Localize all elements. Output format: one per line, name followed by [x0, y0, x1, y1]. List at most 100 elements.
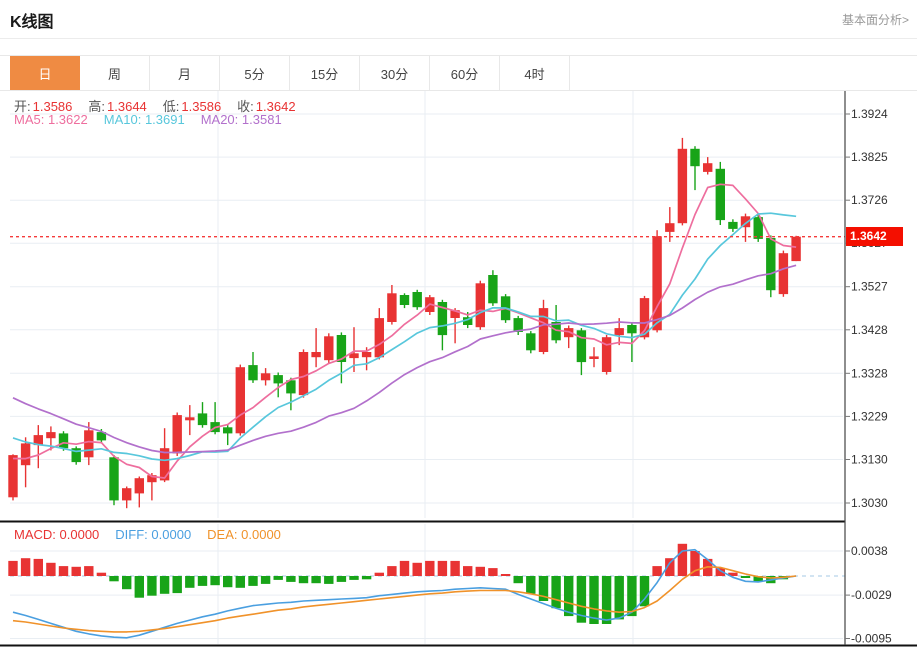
- candle-body: [84, 430, 93, 457]
- macd-bar: [678, 544, 687, 576]
- macd-bar: [526, 576, 535, 594]
- y-axis-label: 1.3825: [851, 150, 888, 164]
- candle-body: [615, 328, 624, 335]
- y-axis-label: 1.3229: [851, 409, 888, 423]
- ma-legend: MA5: 1.3622 MA10: 1.3691 MA20: 1.3581: [14, 112, 298, 127]
- macd-bar: [34, 559, 43, 576]
- candle-body: [766, 238, 775, 290]
- candle-body: [526, 333, 535, 350]
- ma5-line: [13, 184, 796, 478]
- ma10-legend: MA10: 1.3691: [104, 112, 185, 127]
- macd-bar: [210, 576, 219, 585]
- candle-body: [375, 318, 384, 357]
- candle-body: [627, 325, 636, 333]
- macd-bar: [501, 574, 510, 576]
- y-axis-label: 1.3030: [851, 496, 888, 510]
- macd-bar: [274, 576, 283, 580]
- y-axis-label: 1.3924: [851, 107, 888, 121]
- macd-bar: [551, 576, 560, 608]
- candle-body: [122, 488, 131, 500]
- macd-bar: [97, 573, 106, 576]
- candle-body: [362, 352, 371, 357]
- current-price-badge: 1.3642: [846, 227, 903, 246]
- candle-body: [779, 253, 788, 294]
- macd-axis-label: -0.0029: [851, 588, 892, 602]
- candle-body: [703, 163, 712, 172]
- macd-bar: [375, 573, 384, 576]
- macd-bar: [413, 563, 422, 576]
- macd-bar: [109, 576, 118, 581]
- candle-body: [678, 149, 687, 223]
- candle-body: [400, 295, 409, 305]
- candle-body: [274, 375, 283, 383]
- candle-body: [21, 443, 30, 465]
- candle-body: [173, 415, 182, 453]
- y-axis-label: 1.3328: [851, 366, 888, 380]
- macd-bar: [135, 576, 144, 598]
- dea-value: DEA: 0.0000: [207, 527, 281, 542]
- macd-bar: [463, 566, 472, 576]
- candle-body: [387, 293, 396, 322]
- macd-axis-label: 0.0038: [851, 544, 888, 558]
- macd-bar: [84, 566, 93, 576]
- macd-bar: [59, 566, 68, 576]
- macd-bar: [46, 563, 55, 576]
- macd-bar: [286, 576, 295, 582]
- candle-body: [261, 373, 270, 380]
- macd-bar: [476, 567, 485, 576]
- candle-body: [716, 169, 725, 220]
- macd-bar: [450, 561, 459, 576]
- candle-body: [248, 365, 257, 380]
- macd-bar: [236, 576, 245, 588]
- macd-bar: [122, 576, 131, 589]
- candle-body: [46, 432, 55, 438]
- candle-body: [577, 330, 586, 362]
- macd-bar: [173, 576, 182, 593]
- macd-bar: [564, 576, 573, 616]
- ma5-legend: MA5: 1.3622: [14, 112, 88, 127]
- candle-body: [236, 367, 245, 433]
- macd-bar: [160, 576, 169, 594]
- macd-bar: [488, 568, 497, 576]
- candle-body: [413, 292, 422, 307]
- candle-body: [109, 457, 118, 500]
- candle-body: [539, 308, 548, 352]
- macd-bar: [185, 576, 194, 588]
- macd-bar: [652, 566, 661, 576]
- macd-bar: [21, 558, 30, 576]
- candle-body: [135, 478, 144, 493]
- macd-value: MACD: 0.0000: [14, 527, 99, 542]
- candle-body: [59, 433, 68, 448]
- candle-body: [488, 275, 497, 303]
- candle-body: [185, 417, 194, 420]
- y-axis-label: 1.3527: [851, 280, 888, 294]
- macd-bar: [147, 576, 156, 596]
- macd-bar: [198, 576, 207, 586]
- y-axis-label: 1.3726: [851, 193, 888, 207]
- candle-body: [8, 455, 17, 497]
- candle-body: [311, 352, 320, 357]
- y-axis-label: 1.3130: [851, 453, 888, 467]
- candle-body: [324, 336, 333, 360]
- macd-bar: [248, 576, 257, 586]
- candle-body: [299, 352, 308, 395]
- macd-legend: MACD: 0.0000 DIFF: 0.0000 DEA: 0.0000: [14, 527, 297, 542]
- candle-body: [690, 149, 699, 166]
- macd-bar: [223, 576, 232, 587]
- candle-body: [652, 236, 661, 330]
- macd-bar: [311, 576, 320, 583]
- macd-bar: [299, 576, 308, 583]
- macd-bar: [438, 561, 447, 576]
- candle-body: [665, 223, 674, 232]
- macd-bar: [324, 576, 333, 584]
- macd-bar: [72, 567, 81, 576]
- macd-bar: [337, 576, 346, 582]
- macd-axis-label: -0.0095: [851, 632, 892, 646]
- macd-bar: [425, 561, 434, 576]
- candle-body: [728, 222, 737, 229]
- candle-body: [223, 427, 232, 433]
- ma20-legend: MA20: 1.3581: [201, 112, 282, 127]
- macd-bar: [741, 576, 750, 578]
- y-axis-label: 1.3428: [851, 323, 888, 337]
- macd-bar: [261, 576, 270, 584]
